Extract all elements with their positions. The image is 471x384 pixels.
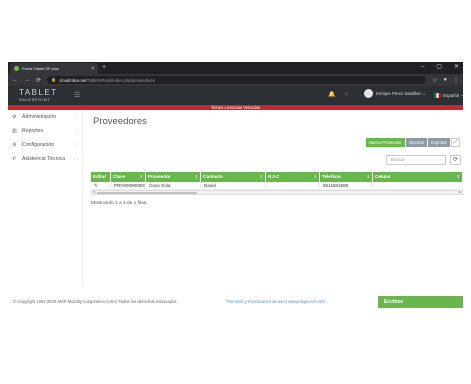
minimize-icon[interactable]: – — [421, 62, 424, 73]
reload-icon[interactable]: ⟳ — [36, 77, 41, 84]
logo[interactable]: TABLET SALESPOINT — [19, 88, 58, 103]
new-tab-icon[interactable]: + — [102, 63, 106, 72]
sort-icon: ⇕ — [259, 174, 263, 179]
sidebar-item-reportes[interactable]: ▥ Reportes ‹ — [8, 124, 82, 138]
column-header[interactable]: Contacto ⇕ — [201, 172, 266, 182]
scroll-right-icon[interactable]: ▸ — [459, 189, 461, 194]
column-header[interactable]: Proveedor ⇕ — [146, 172, 201, 182]
column-header[interactable]: R.F.C ⇕ — [266, 172, 320, 182]
chevron-left-icon: ‹ — [76, 128, 78, 134]
sort-icon: ⇕ — [194, 174, 198, 179]
logo-sub: SALESPOINT — [19, 97, 51, 102]
chevron-down-icon: ⌄ — [459, 92, 465, 97]
providers-table: Editar Clave ⇕ Proveedor ⇕ Contacto ⇕ R.F.C… — [91, 172, 463, 195]
user-name: Enrique Perez Santillan — [376, 91, 421, 96]
table-cell — [373, 182, 463, 189]
chart-icon: ▥ — [12, 128, 17, 134]
table-row: ✎ PRV000000001 Coca Cola David 551168190… — [91, 182, 463, 190]
horizontal-scrollbar[interactable]: ◂ ▸ — [91, 189, 463, 195]
sort-icon: ⇕ — [313, 174, 317, 179]
avatar — [364, 89, 373, 98]
browser-tab[interactable]: Portal Tablet SF plus ✕ — [10, 63, 98, 74]
import-button[interactable]: Importar — [405, 138, 428, 147]
home-icon[interactable]: ⌂ — [344, 91, 348, 98]
close-window-icon[interactable]: ✕ — [454, 62, 459, 73]
column-header[interactable]: Celular ⇕ — [373, 172, 463, 182]
export-button[interactable]: Exportar — [428, 138, 450, 147]
sort-icon: ⇕ — [139, 174, 143, 179]
chevron-down-icon: ⌄ — [420, 90, 426, 96]
logo-main: TABLET — [19, 88, 58, 97]
chevron-left-icon: ‹ — [76, 142, 78, 148]
sidebar-item-label: Administración — [22, 114, 57, 120]
menu-kebab-icon[interactable]: ⋮ — [453, 77, 459, 84]
url-host: cloudmbox.net — [59, 77, 87, 83]
forward-icon[interactable]: → — [24, 77, 30, 83]
user-menu[interactable]: Enrique Perez Santillan ⌄ — [364, 89, 426, 98]
toolbar: Nuevo Proveedor Importar Exportar ⤢ — [365, 138, 460, 147]
column-header[interactable]: Clave ⇕ — [111, 172, 146, 182]
table-cell: David — [201, 182, 266, 189]
close-tab-icon[interactable]: ✕ — [91, 66, 95, 72]
sidebar-item-asistencia[interactable]: ✆ Asistencia Técnica ‹ — [8, 152, 82, 166]
table-cell: Coca Cola — [146, 182, 201, 189]
mexico-flag-icon — [434, 92, 441, 98]
hamburger-icon[interactable]: ☰ — [74, 91, 80, 99]
language-selector[interactable]: Español ⌄ — [434, 92, 464, 98]
table-cell: 5511681900 — [320, 182, 373, 189]
sidebar-item-administracion[interactable]: ⚙ Administración ‹ — [8, 110, 82, 124]
sidebar-item-label: Reportes — [22, 128, 44, 134]
browser-tabstrip: Portal Tablet SF plus ✕ + – ▢ ✕ — [8, 62, 463, 74]
sort-icon: ⇕ — [456, 174, 460, 179]
copyright-text: © Copyright 1991-2019 MSP Mobility Corpo… — [13, 299, 177, 304]
url-input[interactable]: 🔒 cloudmbox.net /TabletSPoint/index.php/… — [47, 76, 426, 84]
terms-link[interactable]: Términos y Condiciones de uso | www.mspm… — [226, 299, 325, 304]
app-header: TABLET SALESPOINT ☰ 🔔 ⌂ Enrique Perez Sa… — [8, 86, 464, 105]
table-header: Editar Clave ⇕ Proveedor ⇕ Contacto ⇕ R.F.C… — [91, 172, 463, 182]
language-label: Español — [443, 92, 460, 98]
table-cell — [266, 182, 320, 189]
bell-icon[interactable]: 🔔 — [328, 91, 335, 98]
table-cell: PRV000000001 — [111, 182, 146, 189]
sort-icon: ⇕ — [366, 174, 370, 179]
maximize-icon[interactable]: ▢ — [436, 62, 442, 73]
column-header[interactable]: Telefono ⇕ — [320, 172, 373, 182]
refresh-icon[interactable]: ⟳ — [450, 155, 461, 165]
new-provider-button[interactable]: Nuevo Proveedor — [365, 138, 405, 147]
page-title: Proveedores — [93, 116, 147, 127]
sidebar-item-configuracion[interactable]: ⚙ Configuración ‹ — [8, 138, 82, 152]
chevron-left-icon: ‹ — [76, 156, 78, 162]
back-icon[interactable]: ← — [12, 77, 18, 83]
scroll-left-icon[interactable]: ◂ — [93, 189, 95, 194]
address-bar-row: ← → ⟳ 🔒 cloudmbox.net /TabletSPoint/inde… — [8, 74, 463, 86]
search-input[interactable]: Buscar — [386, 155, 446, 165]
phone-icon: ✆ — [12, 156, 17, 162]
favicon-icon — [14, 66, 19, 71]
brand-badge: Ecvitme — [378, 296, 463, 308]
lock-icon: 🔒 — [51, 77, 57, 82]
sidebar: ⚙ Administración ‹ ▥ Reportes ‹ ⚙ Config… — [8, 110, 83, 285]
profile-icon[interactable]: ● — [443, 77, 447, 84]
chevron-left-icon: ‹ — [76, 114, 78, 120]
expand-icon[interactable]: ⤢ — [451, 138, 460, 147]
scrollbar-thumb[interactable] — [97, 192, 197, 194]
window-controls: – ▢ ✕ — [421, 62, 459, 73]
cogs-icon: ⚙ — [12, 142, 17, 148]
url-path: /TabletSPoint/index.php/proveedores — [86, 77, 155, 83]
sidebar-item-label: Configuración — [22, 142, 55, 148]
bookmark-star-icon[interactable]: ☆ — [432, 77, 437, 84]
footer: © Copyright 1991-2019 MSP Mobility Corpo… — [8, 296, 463, 308]
pagination-info: Mostrando 1 a 1 de 1 filas — [91, 201, 147, 206]
tab-title: Portal Tablet SF plus — [22, 66, 59, 71]
column-header[interactable]: Editar — [91, 172, 111, 182]
gear-icon: ⚙ — [12, 114, 17, 120]
sidebar-item-label: Asistencia Técnica — [22, 156, 66, 162]
edit-icon[interactable]: ✎ — [91, 182, 111, 189]
